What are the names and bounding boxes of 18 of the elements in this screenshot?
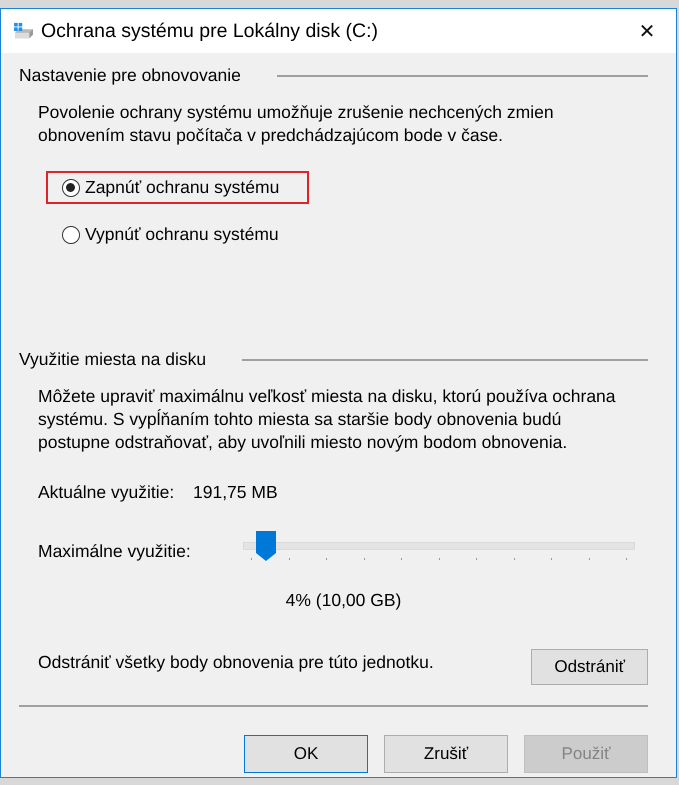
group-heading: Nastavenie pre obnovovanie (19, 64, 241, 86)
slider-thumb[interactable] (256, 531, 276, 561)
usage-label: Aktuálne využitie: (38, 482, 176, 503)
close-button[interactable]: ✕ (624, 11, 670, 51)
delete-button[interactable]: Odstrániť (531, 649, 648, 685)
radio-option[interactable]: Zapnúť ochranu systému (46, 171, 310, 204)
description-text: Povolenie ochrany systému umožňuje zrušenie nechcených zmien obnovením stavu počítača v predchádzajúcom bode v čase. (38, 101, 555, 147)
usage-value: 191,75 MB (193, 482, 278, 503)
max-usage-label: Maximálne využitie: (38, 540, 192, 562)
window-title: Ochrana systému pre Lokálny disk (C:) (41, 20, 380, 42)
description-text: Môžete upraviť maximálnu veľkosť miesta na disku, ktorú používa ochrana systému. S vypĺňaním tohto miesta sa staršie body obnovenia budú postupne odstraňovať, aby uvoľnili miesto novým bodom obnovenia. (38, 385, 617, 454)
dialog-button[interactable]: OK (244, 735, 368, 773)
radio-option[interactable]: Vypnúť ochranu systému (46, 218, 293, 251)
drive-icon (13, 22, 35, 40)
delete-description: Odstrániť všetky body obnovenia pre túto jednotku. (38, 652, 434, 674)
group-heading: Využitie miesta na disku (19, 348, 206, 370)
slider-reading: 4% (10,00 GB) (284, 590, 402, 611)
dialog-button[interactable]: Zrušiť (384, 735, 508, 773)
